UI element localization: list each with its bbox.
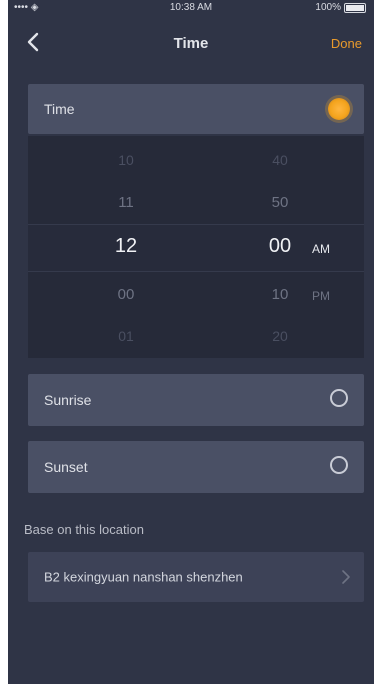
- picker-hour-item[interactable]: 01: [96, 328, 156, 344]
- sunset-option[interactable]: Sunset: [28, 441, 364, 493]
- page-title: Time: [173, 35, 209, 52]
- sunset-radio[interactable]: [330, 456, 348, 474]
- sun-icon: [328, 98, 350, 120]
- time-row[interactable]: Time: [28, 84, 364, 134]
- time-row-label: Time: [44, 101, 75, 117]
- battery-icon: [344, 2, 366, 13]
- picker-minute-item[interactable]: 40: [250, 152, 310, 168]
- navigation-bar: Time Done: [8, 18, 374, 70]
- picker-minute-item[interactable]: 20: [250, 328, 310, 344]
- battery-percent: 100%: [315, 2, 341, 13]
- picker-hour-item[interactable]: 00: [96, 286, 156, 303]
- time-picker[interactable]: 10 11 12 00 01 40 50 00 10 20 AM PM: [28, 136, 364, 358]
- location-address: B2 kexingyuan nanshan shenzhen: [44, 569, 243, 585]
- picker-hour-item[interactable]: 11: [96, 194, 156, 211]
- sunset-label: Sunset: [44, 459, 88, 475]
- picker-period-selected[interactable]: AM: [312, 242, 330, 256]
- picker-minute-item[interactable]: 10: [250, 286, 310, 303]
- picker-period-option[interactable]: PM: [312, 289, 330, 303]
- picker-minute-item[interactable]: 50: [250, 194, 310, 211]
- location-row[interactable]: B2 kexingyuan nanshan shenzhen: [28, 552, 364, 602]
- chevron-right-icon: [342, 570, 350, 584]
- sunrise-option[interactable]: Sunrise: [28, 374, 364, 426]
- screen: •••• ◈ 10:38 AM 100% Time Done Time 10 1…: [8, 0, 374, 684]
- picker-hour-item[interactable]: 10: [96, 152, 156, 168]
- picker-hour-selected[interactable]: 12: [96, 235, 156, 258]
- sunrise-label: Sunrise: [44, 392, 92, 408]
- battery-indicator: 100%: [315, 2, 366, 13]
- location-section-title: Base on this location: [24, 522, 144, 537]
- status-bar: •••• ◈ 10:38 AM 100%: [8, 0, 374, 18]
- picker-minute-selected[interactable]: 00: [250, 235, 310, 258]
- sunrise-radio[interactable]: [330, 389, 348, 407]
- done-button[interactable]: Done: [331, 36, 362, 51]
